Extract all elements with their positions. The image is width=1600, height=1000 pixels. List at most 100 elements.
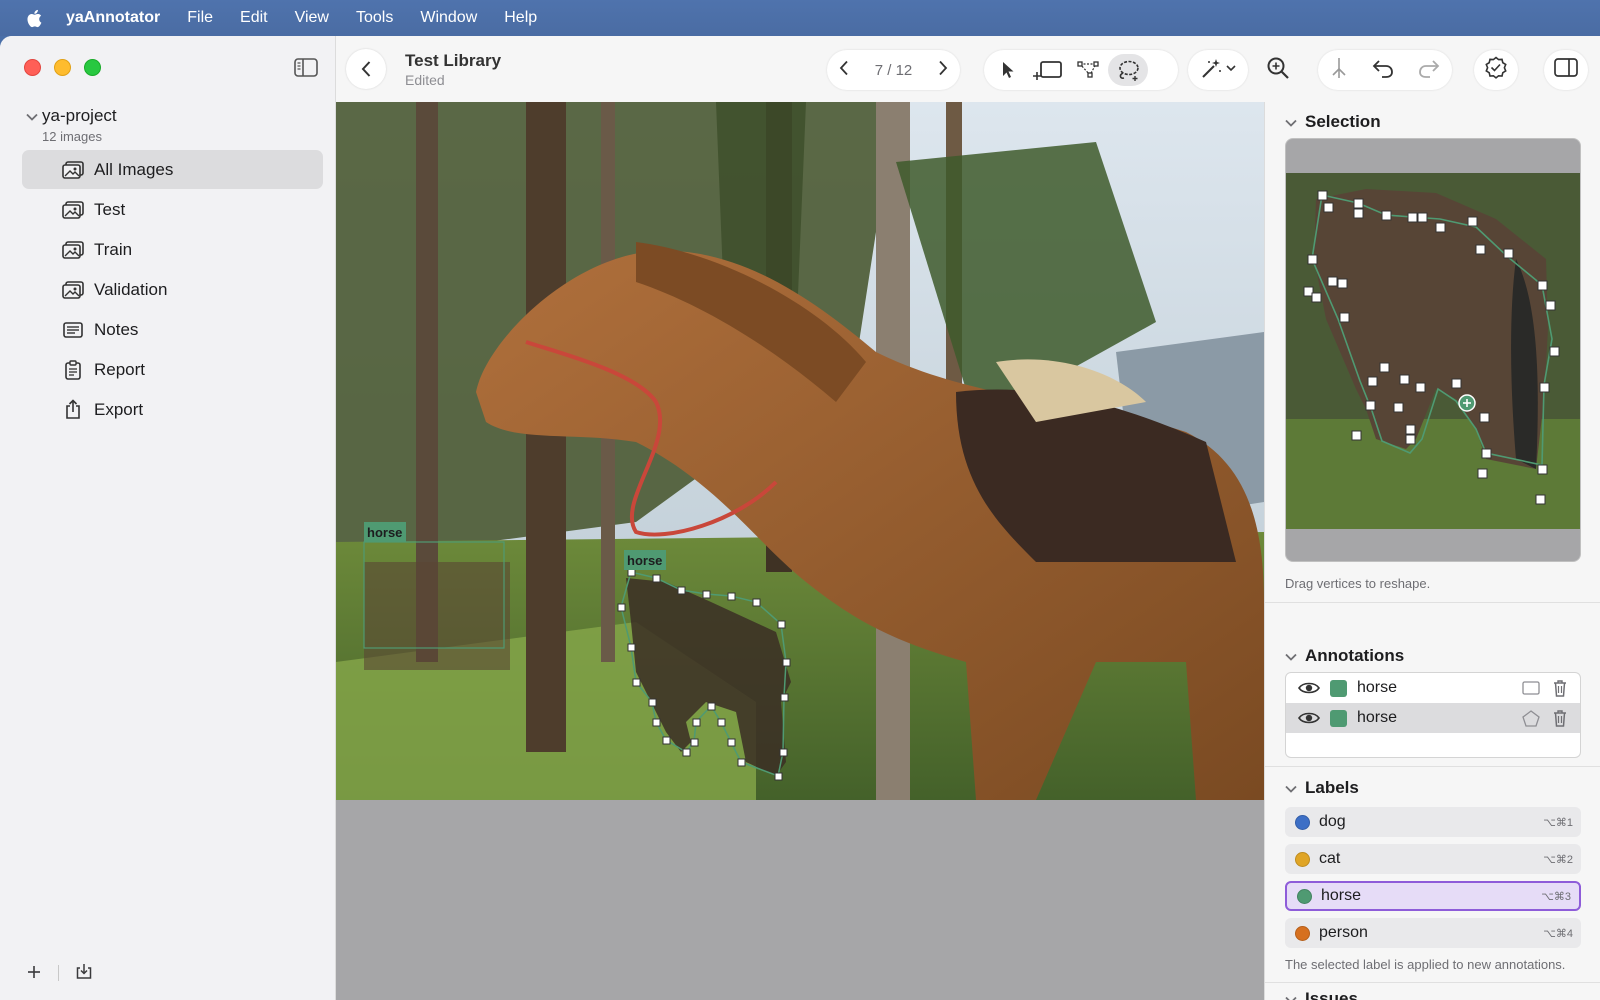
add-icon[interactable] [26,960,42,986]
document-title-block: Test Library Edited [405,51,501,88]
sidebar-item-validation[interactable]: Validation [22,270,323,309]
sidebar-item-train[interactable]: Train [22,230,323,269]
back-button[interactable] [346,49,386,89]
chevron-down-icon[interactable] [26,106,40,126]
project-image-count: 12 images [42,129,102,144]
label-name: person [1319,924,1368,941]
share-icon [62,399,84,420]
merge-icon[interactable] [1330,57,1348,84]
annotations-section-header[interactable]: Annotations [1285,646,1404,666]
window-controls [24,59,101,76]
eye-icon[interactable] [1298,680,1320,696]
label-row-person[interactable]: person ⌥⌘4 [1285,918,1581,948]
sidebar: ya-project 12 images All Images Test Tra… [0,36,336,1000]
annotated-image[interactable]: horse horse [336,102,1264,800]
redo-icon[interactable] [1418,58,1440,83]
sidebar-item-label: Train [94,239,133,259]
sidebar-toggle-icon[interactable] [294,58,318,77]
zoom-button[interactable] [1256,50,1300,90]
polygon-shape-icon [1522,709,1542,727]
sidebar-item-notes[interactable]: Notes [22,310,323,349]
issues-section-header[interactable]: Issues [1285,989,1358,1000]
history-group [1318,50,1452,90]
menu-bar: yaAnnotator File Edit View Tools Window … [0,0,1600,36]
label-color-dot [1295,925,1310,941]
labels-section-header[interactable]: Labels [1285,778,1359,798]
label-color-dot [1297,888,1312,904]
label-color-dot [1295,814,1310,830]
rect-annotation-label: horse [367,525,402,540]
zoom-icon[interactable] [1266,56,1290,85]
sidebar-item-all-images[interactable]: All Images [22,150,323,189]
eye-icon[interactable] [1298,710,1320,726]
menu-file[interactable]: File [187,9,213,27]
section-divider [1265,766,1600,767]
pointer-tool-icon[interactable] [988,54,1028,86]
annotations-title: Annotations [1305,646,1405,665]
polygon-annotation-label: horse [627,553,662,568]
section-divider [1265,982,1600,983]
polygon-tool-icon[interactable] [1068,54,1108,86]
images-icon [62,280,84,300]
label-name: cat [1319,850,1341,867]
annotations-list: horse horse [1285,672,1581,758]
rectangle-tool-icon[interactable] [1028,54,1068,86]
page-indicator: 7 / 12 [874,61,913,79]
label-row-dog[interactable]: dog ⌥⌘1 [1285,807,1581,837]
close-window-button[interactable] [24,59,41,76]
menu-window[interactable]: Window [420,9,477,27]
label-row-horse[interactable]: horse ⌥⌘3 [1285,881,1581,911]
images-icon [62,240,84,260]
apple-icon[interactable] [24,8,44,28]
chevron-down-icon[interactable] [1285,778,1299,798]
minimize-window-button[interactable] [54,59,71,76]
verify-button[interactable] [1474,50,1518,90]
next-image-button[interactable] [938,60,948,80]
annotation-row[interactable]: horse [1286,703,1580,733]
inspector-toggle-button[interactable] [1544,50,1588,90]
sidebar-item-export[interactable]: Export [22,390,323,429]
magic-tool-group[interactable] [1188,50,1248,90]
label-color-dot [1295,851,1310,867]
images-icon [62,200,84,220]
annotation-row[interactable]: horse [1286,673,1580,703]
import-icon[interactable] [75,960,93,986]
sidebar-item-label: Report [94,359,146,379]
issues-title: Issues [1305,989,1358,1000]
inspector-panel: Selection Drag vertices to reshape. Anno… [1264,102,1600,1000]
menu-edit[interactable]: Edit [240,9,268,27]
chevron-down-icon[interactable] [1285,646,1299,666]
trash-icon[interactable] [1552,679,1572,697]
footer-divider [58,965,59,981]
annotation-color-swatch [1330,679,1347,697]
selection-section-header[interactable]: Selection [1285,112,1381,132]
menu-app-name[interactable]: yaAnnotator [66,9,160,27]
chevron-down-icon[interactable] [1285,989,1299,1000]
magic-wand-icon[interactable] [1200,57,1236,84]
images-icon [62,160,84,180]
annotation-tools [984,50,1178,90]
previous-image-button[interactable] [839,60,849,80]
label-row-cat[interactable]: cat ⌥⌘2 [1285,844,1581,874]
lasso-tool-icon[interactable] [1108,54,1148,86]
rectangle-shape-icon [1522,681,1542,695]
menu-view[interactable]: View [295,9,329,27]
label-name: horse [1321,887,1362,904]
chevron-down-icon[interactable] [1285,112,1299,132]
zoom-window-button[interactable] [84,59,101,76]
trash-icon[interactable] [1552,709,1572,727]
sidebar-item-report[interactable]: Report [22,350,323,389]
menu-help[interactable]: Help [504,9,537,27]
annotation-label: horse [1357,679,1398,696]
project-group[interactable]: ya-project 12 images [26,106,117,144]
app-window: ya-project 12 images All Images Test Tra… [0,36,1600,1000]
menu-tools[interactable]: Tools [356,9,393,27]
undo-icon[interactable] [1372,58,1394,83]
selection-preview[interactable] [1285,138,1581,562]
project-name: ya-project [42,106,117,125]
badge-check-icon[interactable] [1484,55,1508,85]
chevron-left-icon [361,61,371,77]
sidebar-item-test[interactable]: Test [22,190,323,229]
inspector-toggle-icon[interactable] [1554,58,1578,82]
notes-icon [62,320,84,340]
